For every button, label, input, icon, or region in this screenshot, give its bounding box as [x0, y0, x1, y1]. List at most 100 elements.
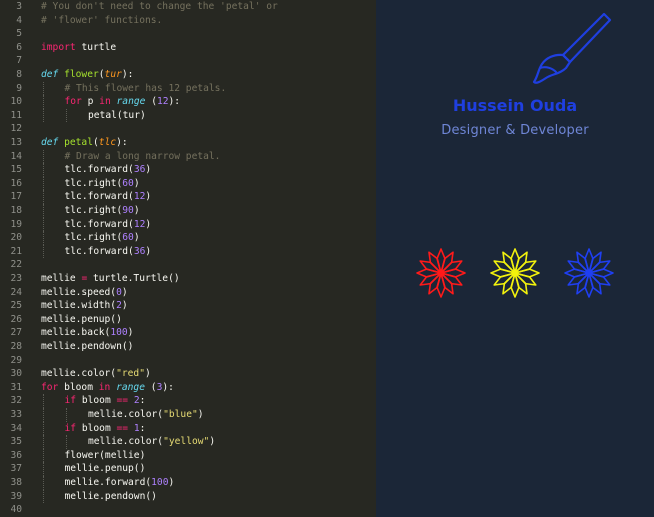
- code-line[interactable]: 39 mellie.pendown(): [0, 489, 376, 504]
- line-number: 5: [16, 28, 22, 40]
- code-line[interactable]: 14 # Draw a long narrow petal.: [0, 149, 376, 164]
- code-token: 100: [151, 477, 169, 488]
- line-number: 4: [16, 14, 22, 26]
- line-number: 19: [10, 218, 22, 230]
- code-token: 12: [133, 218, 146, 230]
- code-token: ): [133, 232, 140, 244]
- code-line[interactable]: 40: [0, 503, 376, 517]
- code-text: tlc.forward(12): [65, 218, 152, 232]
- code-text: def petal(tlc):: [41, 136, 128, 150]
- code-line[interactable]: 38 mellie.forward(100): [0, 476, 376, 490]
- code-line[interactable]: 12: [0, 122, 376, 136]
- code-token: tur: [104, 69, 122, 80]
- code-token: =: [81, 273, 88, 284]
- code-line[interactable]: 3 # You don't need to change the 'petal' …: [0, 0, 376, 14]
- line-number: 25: [10, 300, 22, 312]
- code-line[interactable]: 13 def petal(tlc):: [0, 136, 376, 150]
- code-text: mellie.forward(100): [65, 476, 175, 490]
- code-text: def flower(tur):: [41, 68, 133, 82]
- code-editor[interactable]: 3 # You don't need to change the 'petal' …: [0, 0, 376, 517]
- code-token: # Draw a long narrow petal.: [64, 150, 221, 162]
- code-token: 36: [133, 245, 146, 257]
- code-line[interactable]: 33 mellie.color("blue"): [0, 408, 376, 422]
- code-token: ): [145, 245, 152, 257]
- code-line[interactable]: 18 tlc.right(90): [0, 204, 376, 218]
- code-line[interactable]: 16 tlc.right(60): [0, 176, 376, 191]
- code-text: mellie.speed(0): [41, 286, 128, 300]
- code-token: def: [41, 137, 59, 148]
- code-line[interactable]: 21 tlc.forward(36): [0, 244, 376, 259]
- code-token: ): [121, 300, 128, 312]
- code-token: in: [98, 381, 111, 393]
- turtle-preview-panel: Hussein Ouda Designer & Developer: [376, 0, 654, 517]
- code-line[interactable]: 23 mellie = turtle.Turtle(): [0, 272, 376, 286]
- code-line[interactable]: 29: [0, 354, 376, 368]
- line-number: 7: [16, 55, 22, 67]
- code-line[interactable]: 32 if bloom == 2:: [0, 394, 376, 408]
- code-token: ): [133, 205, 140, 216]
- code-token: ): [144, 368, 151, 380]
- code-token: ==: [116, 395, 129, 407]
- indent-guide: [43, 81, 44, 96]
- code-token: ): [168, 477, 175, 488]
- code-line[interactable]: 22: [0, 258, 376, 272]
- code-token: mellie: [41, 273, 82, 284]
- brand-subtitle: Designer & Developer: [441, 123, 589, 138]
- code-text: mellie.pendown(): [65, 490, 157, 504]
- code-line[interactable]: 37 mellie.penup(): [0, 462, 376, 476]
- code-text: mellie.color("yellow"): [88, 435, 215, 449]
- code-line[interactable]: 26 mellie.penup(): [0, 313, 376, 327]
- code-token: ): [145, 164, 152, 176]
- code-token: ):: [168, 96, 181, 108]
- code-line[interactable]: 11 petal(tur): [0, 108, 376, 123]
- indent-guide: [43, 435, 44, 449]
- indent-guide: [43, 95, 44, 109]
- code-line[interactable]: 8 def flower(tur):: [0, 68, 376, 82]
- code-line[interactable]: 20 tlc.right(60): [0, 231, 376, 245]
- line-number: 15: [10, 164, 22, 176]
- code-token: range: [116, 381, 145, 393]
- code-line[interactable]: 9 # This flower has 12 petals.: [0, 81, 376, 96]
- code-token: turtle: [81, 41, 117, 53]
- code-line[interactable]: 31 for bloom in range (3):: [0, 381, 376, 395]
- code-line[interactable]: 6 import turtle: [0, 41, 376, 55]
- code-line[interactable]: 34 if bloom == 1:: [0, 421, 376, 436]
- code-token: 12: [133, 191, 146, 203]
- code-line[interactable]: 5: [0, 27, 376, 41]
- code-line[interactable]: 19 tlc.forward(12): [0, 217, 376, 232]
- code-token: tlc.right(: [64, 177, 123, 189]
- code-line[interactable]: 36 flower(mellie): [0, 448, 376, 463]
- code-token: bloom: [81, 395, 117, 407]
- code-text: tlc.forward(36): [65, 163, 152, 177]
- indent-guide: [43, 244, 44, 259]
- code-token: mellie.pendown(): [41, 341, 134, 352]
- code-line[interactable]: 17 tlc.forward(12): [0, 190, 376, 204]
- indent-guide: [43, 108, 44, 123]
- blue-flower: [564, 248, 614, 298]
- code-line[interactable]: 4 # 'flower' functions.: [0, 14, 376, 28]
- code-text: tlc.right(60): [65, 177, 140, 191]
- code-line[interactable]: 25 mellie.width(2): [0, 299, 376, 313]
- code-token: ): [133, 177, 140, 189]
- code-token: # You don't need to change the 'petal' o…: [41, 1, 278, 12]
- code-line[interactable]: 7: [0, 54, 376, 68]
- code-token: tlc.forward(: [64, 218, 134, 230]
- code-line[interactable]: 10 for p in range (12):: [0, 95, 376, 109]
- code-line[interactable]: 15 tlc.forward(36): [0, 163, 376, 177]
- code-token: tlc.forward(: [64, 191, 134, 203]
- line-number: 28: [10, 341, 22, 352]
- code-token: "blue": [163, 409, 198, 420]
- code-line[interactable]: 35 mellie.color("yellow"): [0, 435, 376, 449]
- code-token: ==: [116, 422, 129, 434]
- code-token: ):: [116, 137, 128, 148]
- line-number: 12: [10, 123, 22, 135]
- code-token: tlc.right(: [64, 232, 123, 244]
- code-line[interactable]: 30 mellie.color("red"): [0, 367, 376, 381]
- indent-guide: [43, 462, 44, 476]
- code-line[interactable]: 27 mellie.back(100): [0, 326, 376, 340]
- code-token: ): [127, 327, 134, 339]
- code-line[interactable]: 24 mellie.speed(0): [0, 286, 376, 300]
- code-line[interactable]: 28 mellie.pendown(): [0, 340, 376, 354]
- line-number: 10: [10, 96, 22, 108]
- code-text: # This flower has 12 petals.: [65, 82, 227, 96]
